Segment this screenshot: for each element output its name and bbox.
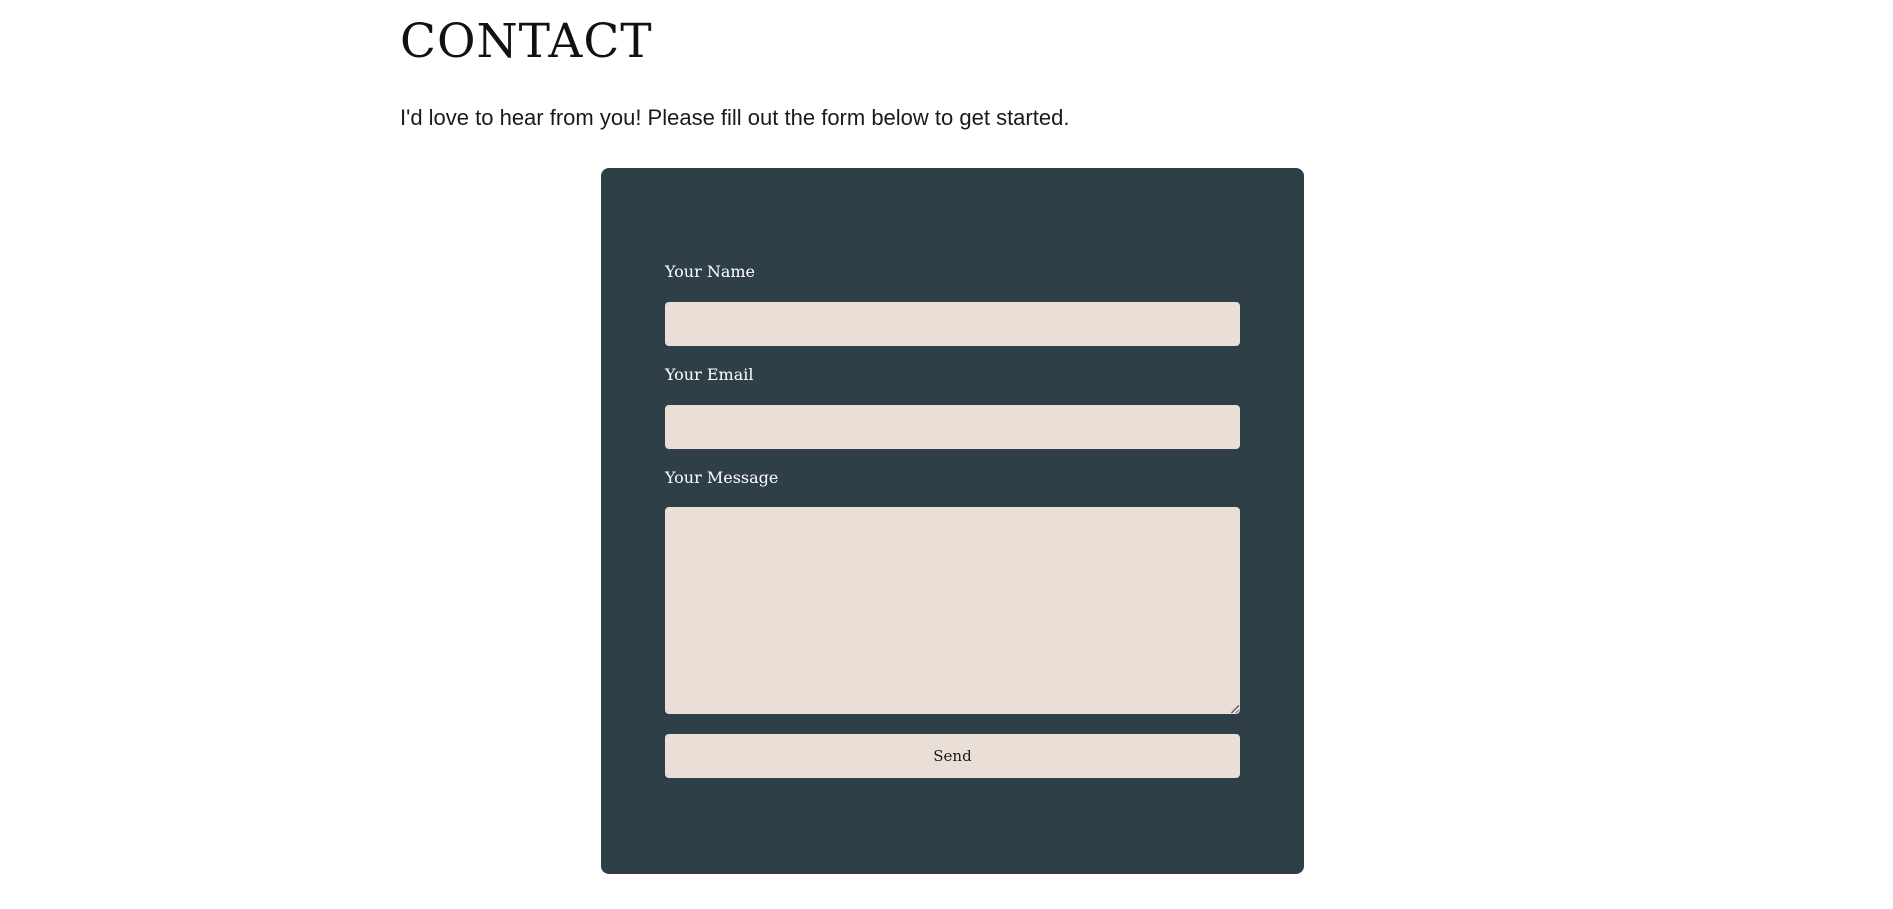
- contact-page: CONTACT I'd love to hear from you! Pleas…: [0, 0, 1893, 909]
- send-button[interactable]: Send: [665, 734, 1240, 778]
- message-label: Your Message: [665, 468, 779, 487]
- message-textarea[interactable]: [665, 507, 1240, 714]
- email-label: Your Email: [665, 365, 754, 384]
- contact-form: Your Name Your Email Your Message Send: [601, 168, 1304, 874]
- name-label: Your Name: [665, 262, 756, 281]
- intro-text: I'd love to hear from you! Please fill o…: [400, 105, 1070, 130]
- name-input[interactable]: [665, 302, 1240, 346]
- email-input[interactable]: [665, 405, 1240, 449]
- page-title: CONTACT: [400, 14, 653, 69]
